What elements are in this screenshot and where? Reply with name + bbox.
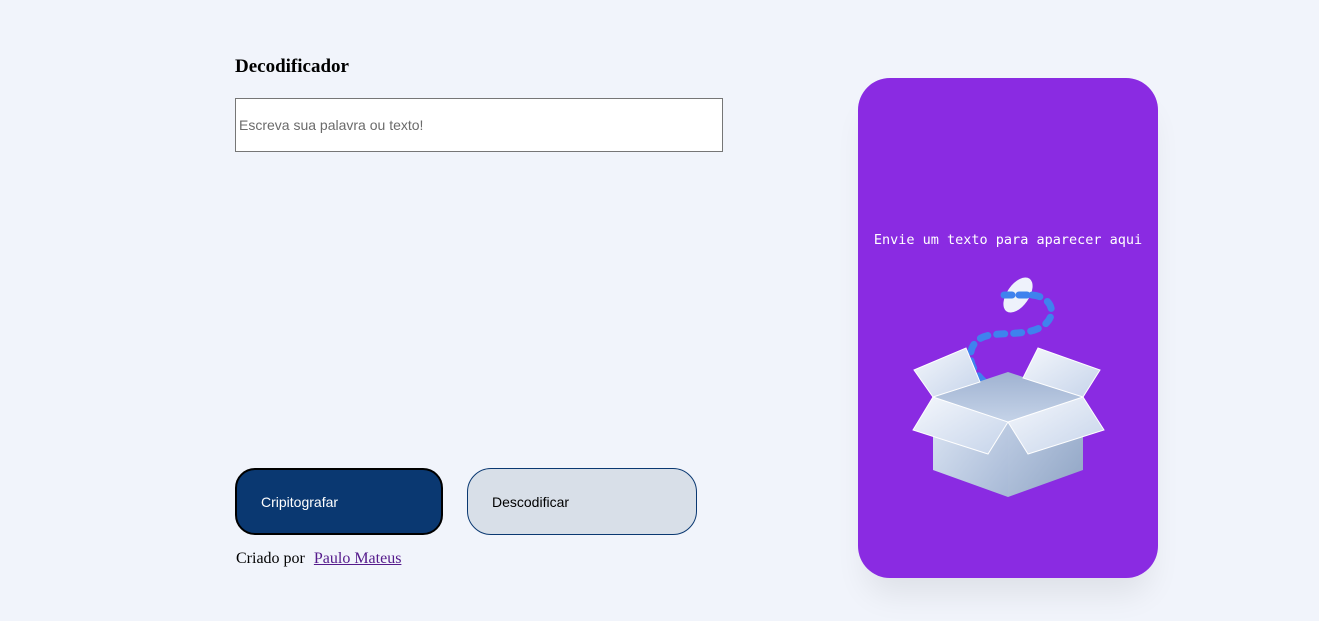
encrypt-button[interactable]: Cripitografar (235, 468, 443, 535)
output-card: Envie um texto para aparecer aqui (858, 78, 1158, 578)
credit-prefix: Criado por (236, 550, 305, 567)
page-title: Decodificador (235, 56, 349, 77)
open-box-icon (912, 277, 1105, 497)
credit-line: Criado por Paulo Mateus (236, 550, 401, 568)
decrypt-button[interactable]: Descodificar (467, 468, 697, 535)
text-input[interactable] (235, 98, 723, 152)
author-link[interactable]: Paulo Mateus (314, 550, 402, 567)
output-message: Envie um texto para aparecer aqui (873, 232, 1143, 248)
page: Decodificador Cripitografar Descodificar… (0, 0, 1319, 621)
